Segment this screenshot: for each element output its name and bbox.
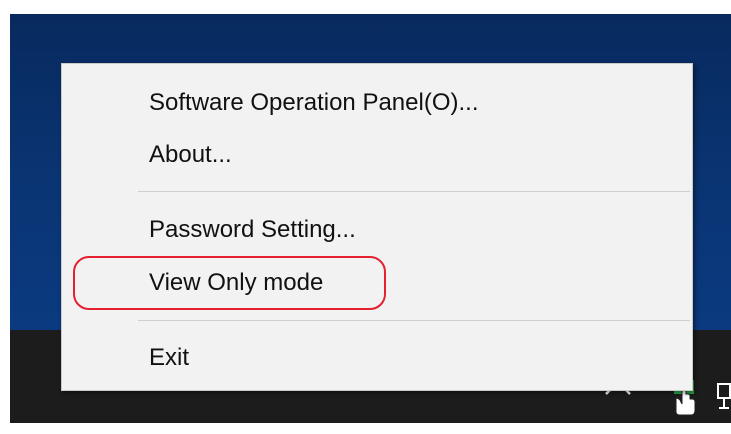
highlight-outline [73,256,386,310]
tray-context-menu: Software Operation Panel(O)... About... … [61,63,693,391]
menu-item-exit[interactable]: Exit [62,332,692,384]
screenshot-frame: Software Operation Panel(O)... About... … [0,0,731,434]
menu-separator [138,191,690,192]
menu-item-about[interactable]: About... [62,129,692,181]
network-icon[interactable] [716,378,731,416]
menu-item-password-setting[interactable]: Password Setting... [62,204,692,256]
menu-separator [138,320,690,321]
menu-item-software-operation-panel[interactable]: Software Operation Panel(O)... [62,77,692,129]
